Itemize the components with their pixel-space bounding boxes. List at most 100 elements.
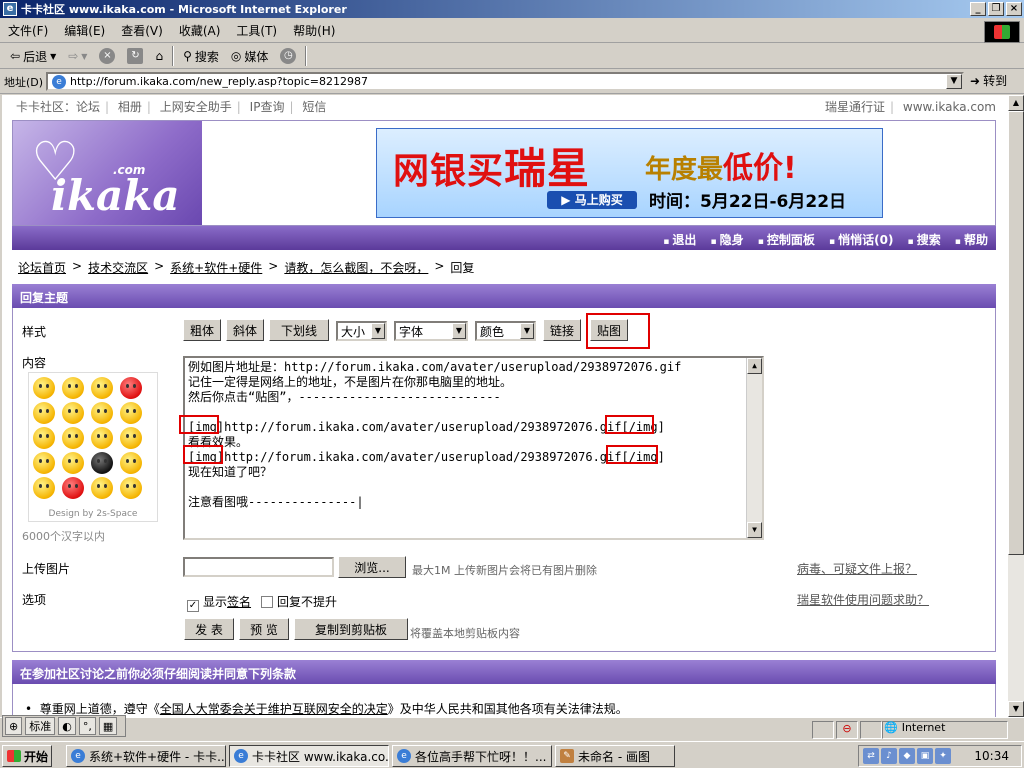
buy-now-button[interactable]: ▶ 马上购买 <box>547 191 637 209</box>
menu-edit[interactable]: 编辑(E) <box>56 22 113 39</box>
underline-button[interactable]: 下划线 <box>269 319 329 341</box>
topnav-forum[interactable]: 卡卡社区：论坛 <box>16 100 100 114</box>
no-bump-checkbox[interactable] <box>261 596 273 608</box>
address-dropdown-button[interactable]: ▼ <box>946 74 962 89</box>
browse-button[interactable]: 浏览... <box>338 556 406 578</box>
topnav-passport[interactable]: 瑞星通行证 <box>825 100 885 114</box>
emoticon-heart[interactable] <box>120 377 142 399</box>
nav-logout[interactable]: 退出 <box>663 231 696 248</box>
upload-file-input[interactable] <box>183 557 334 577</box>
emoticon-kiss[interactable] <box>62 477 84 499</box>
breadcrumb-forum-home[interactable]: 论坛首页 <box>18 259 66 276</box>
ad-banner[interactable]: 网银买瑞星 年度最低价! ▶ 马上购买 时间：5月22日-6月22日 <box>376 128 883 218</box>
bold-button[interactable]: 粗体 <box>183 319 221 341</box>
nav-private-messages[interactable]: 悄悄话(0) <box>829 231 893 248</box>
breadcrumb-topic[interactable]: 请教，怎么截图，不会呀， <box>284 259 428 276</box>
show-signature-option[interactable]: ✓ 显示签名 <box>187 593 251 612</box>
topnav-messages[interactable]: 短信 <box>302 100 326 114</box>
signature-link[interactable]: 签名 <box>227 595 251 609</box>
topnav-homepage[interactable]: www.ikaka.com <box>903 100 996 114</box>
emoticon-confused[interactable] <box>91 427 113 449</box>
emoticon-dizzy[interactable] <box>120 477 142 499</box>
menu-help[interactable]: 帮助(H) <box>285 22 343 39</box>
task-button[interactable]: e 系统+软件+硬件 - 卡卡... <box>66 745 226 767</box>
scroll-up-icon[interactable]: ▲ <box>747 358 762 374</box>
emoticon-shy[interactable] <box>120 452 142 474</box>
home-button[interactable]: ⌂ <box>149 45 169 67</box>
back-button[interactable]: ⇦ 后退 ▼ <box>4 45 62 67</box>
volume-icon[interactable]: ♪ <box>881 748 897 764</box>
emoticon-laugh[interactable] <box>33 427 55 449</box>
emoticon-think[interactable] <box>91 477 113 499</box>
go-button[interactable]: ➜ 转到 <box>970 72 1007 89</box>
help-link[interactable]: 瑞星软件使用问题求助？ <box>797 591 929 608</box>
page-scrollbar[interactable]: ▲ ▼ <box>1008 95 1024 717</box>
media-button[interactable]: ◎ 媒体 <box>225 45 275 67</box>
stop-button[interactable]: × <box>93 45 121 67</box>
task-button[interactable]: e 卡卡社区 www.ikaka.co... <box>229 745 389 767</box>
emoticon-grin[interactable] <box>62 377 84 399</box>
address-input[interactable]: e http://forum.ikaka.com/new_reply.asp?t… <box>46 72 964 91</box>
minimize-button[interactable]: _ <box>970 2 986 16</box>
nav-invisible[interactable]: 隐身 <box>710 231 744 248</box>
nav-search[interactable]: 搜索 <box>908 231 941 248</box>
submit-button[interactable]: 发 表 <box>184 618 234 640</box>
emoticon-happy[interactable] <box>33 402 55 424</box>
tray-app-icon[interactable]: ✦ <box>935 748 951 764</box>
ikaka-logo[interactable]: ♡ .com ikaka <box>13 121 202 225</box>
ime-keyboard-icon[interactable]: ▦ <box>98 717 118 735</box>
emoticon-sad[interactable] <box>33 452 55 474</box>
size-select[interactable]: 大小 ▼ <box>336 321 387 341</box>
report-virus-link[interactable]: 病毒、可疑文件上报？ <box>797 560 917 577</box>
emoticon-smile[interactable] <box>33 377 55 399</box>
ime-halfwidth-icon[interactable]: ◐ <box>58 717 76 735</box>
task-button[interactable]: e 各位高手帮下忙呀！！... <box>392 745 552 767</box>
scroll-down-icon[interactable]: ▼ <box>747 522 762 538</box>
menu-view[interactable]: 查看(V) <box>113 22 171 39</box>
ime-logo-icon[interactable]: ⊕ <box>5 717 23 735</box>
content-textarea[interactable]: 例如图片地址是：http://forum.ikaka.com/avater/us… <box>183 356 764 540</box>
menu-file[interactable]: 文件(F) <box>0 22 56 39</box>
display-icon[interactable]: ▣ <box>917 748 933 764</box>
no-bump-option[interactable]: 回复不提升 <box>261 593 337 610</box>
search-button[interactable]: ⚲ 搜索 <box>177 45 225 67</box>
emoticon-shocked[interactable] <box>120 427 142 449</box>
scroll-thumb[interactable] <box>1008 111 1024 555</box>
forward-button[interactable]: ⇨ ▼ <box>62 45 93 67</box>
font-select[interactable]: 字体 ▼ <box>394 321 468 341</box>
link-button[interactable]: 链接 <box>543 319 581 341</box>
antivirus-icon[interactable]: ◆ <box>899 748 915 764</box>
history-button[interactable]: ◷ <box>274 45 302 67</box>
ime-punctuation-icon[interactable]: °, <box>78 717 96 735</box>
emoticon-angry[interactable] <box>62 427 84 449</box>
restore-button[interactable]: ❐ <box>988 2 1004 16</box>
nav-control-panel[interactable]: 控制面板 <box>758 231 815 248</box>
textarea-scrollbar[interactable]: ▲ ▼ <box>746 358 762 538</box>
refresh-button[interactable]: ↻ <box>121 45 149 67</box>
copy-to-clipboard-button[interactable]: 复制到剪贴板 <box>294 618 408 640</box>
color-select[interactable]: 颜色 ▼ <box>475 321 536 341</box>
emoticon-bomb[interactable] <box>91 452 113 474</box>
menu-favorites[interactable]: 收藏(A) <box>171 22 229 39</box>
preview-button[interactable]: 预 览 <box>239 618 289 640</box>
task-button[interactable]: ✎ 未命名 - 画图 <box>555 745 675 767</box>
breadcrumb-tech-area[interactable]: 技术交流区 <box>88 259 148 276</box>
italic-button[interactable]: 斜体 <box>226 319 264 341</box>
emoticon-cool[interactable] <box>62 402 84 424</box>
emoticon-surprised[interactable] <box>91 402 113 424</box>
emoticon-sleepy[interactable] <box>120 402 142 424</box>
scroll-down-icon[interactable]: ▼ <box>1008 701 1024 717</box>
network-icon[interactable]: ⇄ <box>863 748 879 764</box>
menu-tools[interactable]: 工具(T) <box>228 22 285 39</box>
scroll-up-icon[interactable]: ▲ <box>1008 95 1024 111</box>
emoticon-cry[interactable] <box>33 477 55 499</box>
close-button[interactable]: × <box>1006 2 1022 16</box>
breadcrumb-board[interactable]: 系统+软件+硬件 <box>170 259 262 276</box>
emoticon-wink[interactable] <box>91 377 113 399</box>
start-button[interactable]: 开始 <box>2 745 52 767</box>
show-signature-checkbox[interactable]: ✓ <box>187 600 199 612</box>
terms-law-link[interactable]: 全国人大常委会关于维护互联网安全的决定 <box>160 702 388 716</box>
topnav-ip-lookup[interactable]: IP查询 <box>250 100 285 114</box>
ime-mode[interactable]: 标准 <box>25 717 56 735</box>
nav-help[interactable]: 帮助 <box>955 231 988 248</box>
